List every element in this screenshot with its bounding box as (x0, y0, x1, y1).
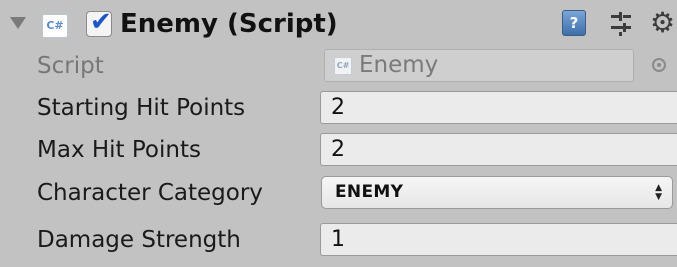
max-hit-points-input[interactable]: 2 (320, 133, 677, 166)
field-row-character-category: Character Category ENEMY ▲ ▼ (0, 174, 677, 214)
csharp-file-icon: C# (334, 57, 352, 75)
field-row-script: Script C# Enemy (0, 47, 677, 87)
damage-strength-label: Damage Strength (37, 227, 241, 253)
damage-strength-input[interactable]: 1 (320, 223, 677, 256)
component-enabled-checkbox[interactable]: ✔ (86, 7, 112, 37)
checkmark-icon: ✔ (90, 7, 112, 37)
script-value: Enemy (359, 52, 439, 78)
gear-icon[interactable]: ⚙ (650, 5, 677, 41)
csharp-script-icon: C# (42, 14, 68, 38)
script-label: Script (37, 53, 104, 79)
field-row-max-hit-points: Max Hit Points 2 (0, 131, 677, 171)
foldout-arrow-icon[interactable] (10, 17, 26, 29)
character-category-value: ENEMY (335, 182, 404, 202)
presets-sliders-icon[interactable] (609, 12, 633, 36)
starting-hit-points-label: Starting Hit Points (37, 95, 246, 121)
help-book-icon[interactable]: ? (562, 10, 586, 36)
max-hit-points-value: 2 (331, 137, 345, 162)
field-row-starting-hit-points: Starting Hit Points 2 (0, 89, 677, 129)
inspector-panel: C# ✔ Enemy (Script) ? ⚙ Script C# Enemy … (0, 0, 677, 267)
max-hit-points-label: Max Hit Points (37, 137, 201, 163)
character-category-dropdown[interactable]: ENEMY ▲ ▼ (321, 176, 673, 209)
component-title: Enemy (Script) (120, 9, 338, 39)
damage-strength-value: 1 (331, 227, 345, 252)
field-row-damage-strength: Damage Strength 1 (0, 221, 677, 261)
dropdown-arrows-icon: ▲ ▼ (655, 182, 662, 202)
starting-hit-points-input[interactable]: 2 (320, 91, 677, 124)
component-header[interactable]: C# ✔ Enemy (Script) ? ⚙ (0, 0, 677, 48)
script-object-field[interactable]: C# Enemy (324, 49, 634, 82)
character-category-label: Character Category (37, 180, 263, 206)
starting-hit-points-value: 2 (331, 95, 345, 120)
object-picker-icon[interactable] (652, 58, 666, 72)
